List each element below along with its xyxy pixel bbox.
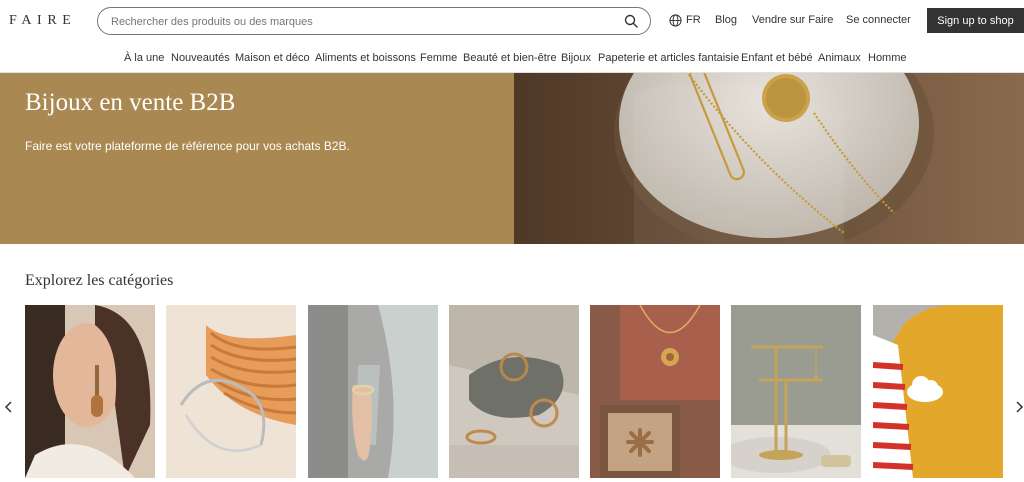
chevron-left-icon[interactable] <box>4 400 14 414</box>
faire-logo[interactable]: FAIRE <box>9 13 76 29</box>
search-bar[interactable] <box>97 7 651 35</box>
nav-item-homme[interactable]: Homme <box>868 52 907 64</box>
category-card-brooches[interactable] <box>873 305 1003 478</box>
search-icon[interactable] <box>624 14 638 28</box>
category-card-earrings[interactable] <box>25 305 155 478</box>
category-card-bracelets[interactable] <box>308 305 438 478</box>
category-card-rings[interactable] <box>449 305 579 478</box>
category-card-pendants[interactable] <box>590 305 720 478</box>
nav-item-nouveautes[interactable]: Nouveautés <box>171 52 230 64</box>
hero-subtitle: Faire est votre plateforme de référence … <box>25 139 350 153</box>
hero-title: Bijoux en vente B2B <box>25 89 236 116</box>
nav-item-a-la-une[interactable]: À la une <box>124 52 164 64</box>
nav-item-maison-deco[interactable]: Maison et déco <box>235 52 310 64</box>
blog-link[interactable]: Blog <box>715 14 737 26</box>
site-header: FAIRE FR Blog Vendre sur Faire Se connec… <box>0 0 1024 42</box>
hero-banner: Bijoux en vente B2B Faire est votre plat… <box>0 73 514 244</box>
nav-item-beaute[interactable]: Beauté et bien-être <box>463 52 557 64</box>
nav-item-bijoux[interactable]: Bijoux <box>561 52 591 64</box>
nav-item-femme[interactable]: Femme <box>420 52 457 64</box>
category-card-necklaces[interactable] <box>166 305 296 478</box>
sign-up-button[interactable]: Sign up to shop <box>927 8 1024 33</box>
hero-image <box>514 73 1024 244</box>
category-card-displays[interactable] <box>731 305 861 478</box>
category-nav: À la une Nouveautés Maison et déco Alime… <box>0 42 1024 73</box>
nav-item-papeterie[interactable]: Papeterie et articles fantaisie <box>598 52 739 64</box>
nav-item-enfant-bebe[interactable]: Enfant et bébé <box>741 52 813 64</box>
login-link[interactable]: Se connecter <box>846 14 911 26</box>
categories-heading: Explorez les catégories <box>25 272 174 289</box>
sell-on-faire-link[interactable]: Vendre sur Faire <box>752 14 833 26</box>
nav-item-animaux[interactable]: Animaux <box>818 52 861 64</box>
globe-icon[interactable] <box>669 14 682 27</box>
search-input[interactable] <box>111 14 611 29</box>
chevron-right-icon[interactable] <box>1014 400 1024 414</box>
nav-item-aliments-boissons[interactable]: Aliments et boissons <box>315 52 416 64</box>
language-selector[interactable]: FR <box>686 14 701 26</box>
